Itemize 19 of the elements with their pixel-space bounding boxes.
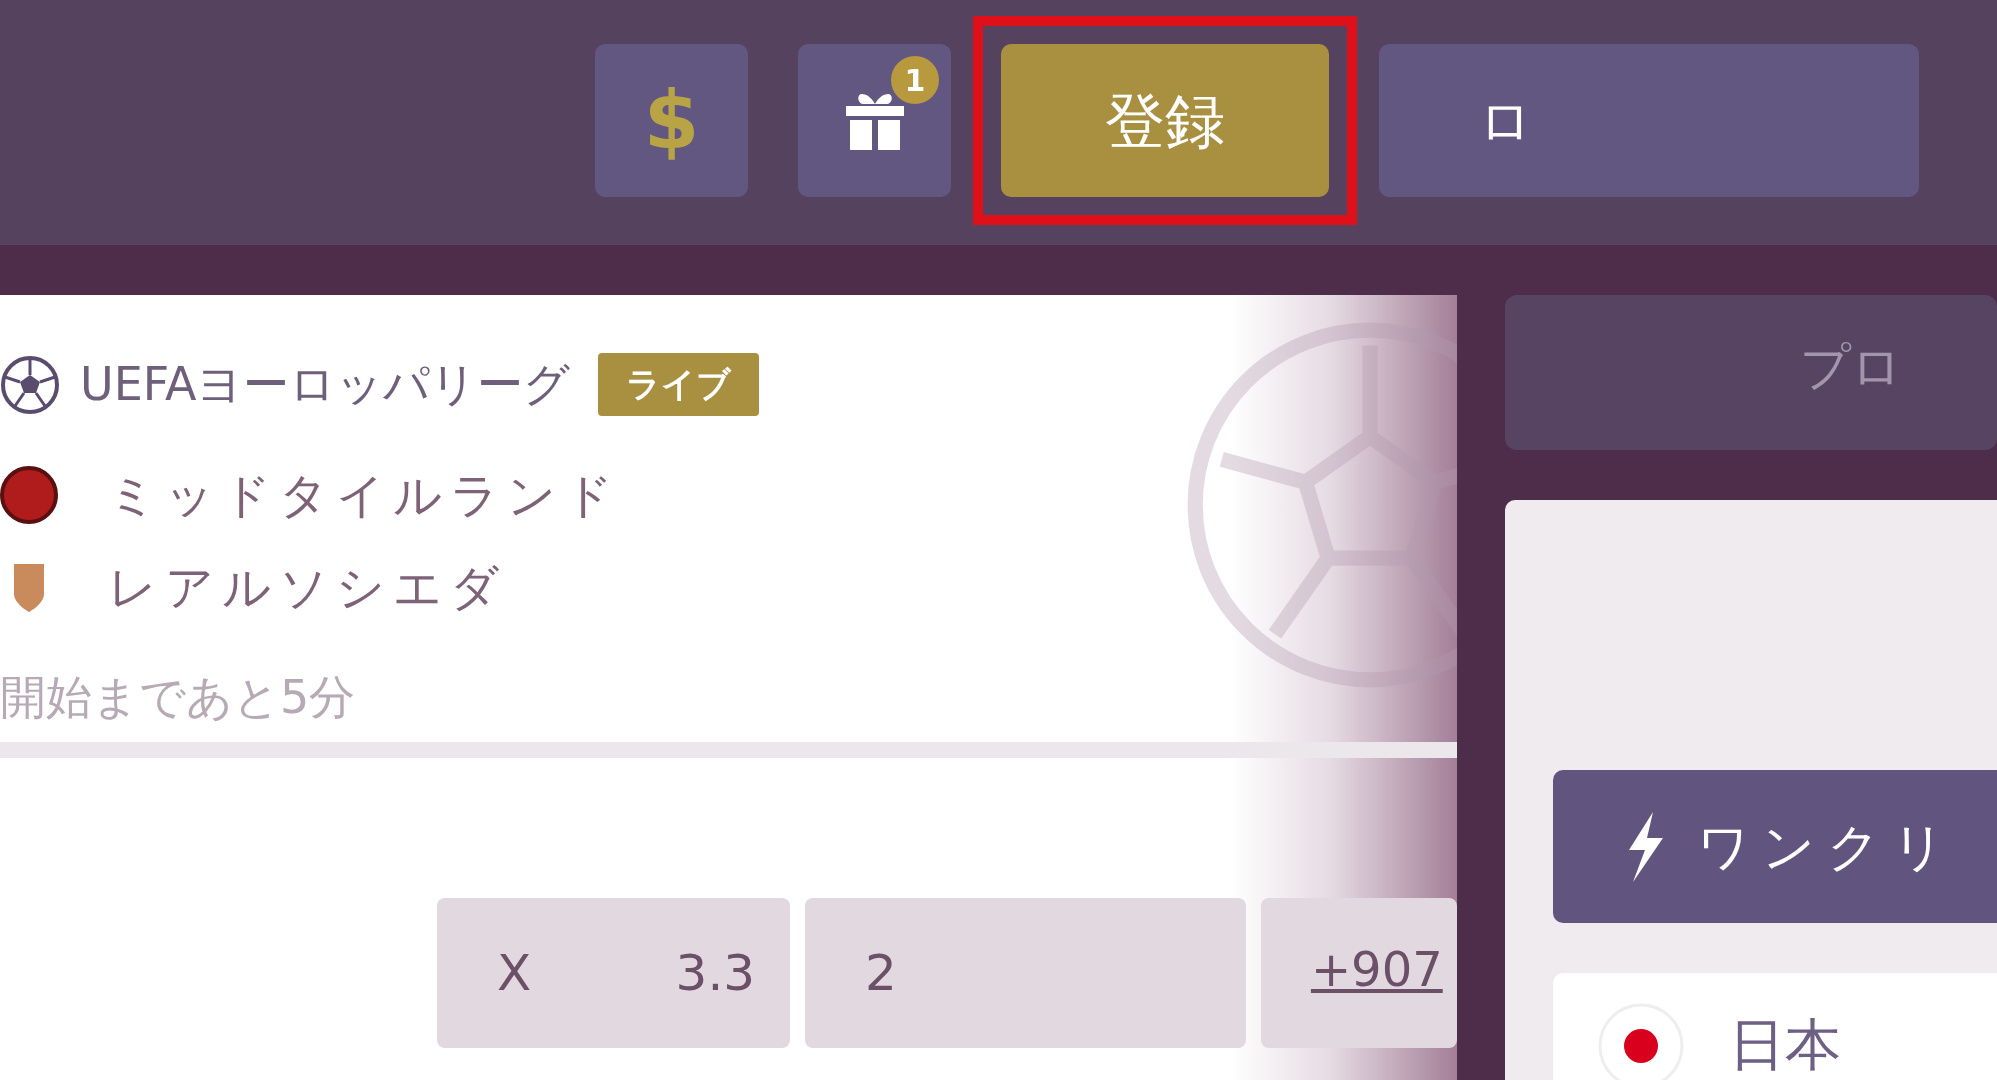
login-button[interactable]: ロ bbox=[1379, 44, 1919, 197]
currency-button[interactable]: $ bbox=[595, 44, 748, 197]
odds-button[interactable]: 2 bbox=[805, 898, 1246, 1048]
team-crest-icon bbox=[0, 466, 58, 524]
team-name: ミッドタイルランド bbox=[108, 466, 621, 525]
country-option[interactable]: 日本 bbox=[1553, 973, 1997, 1080]
notification-badge: 1 bbox=[891, 56, 939, 104]
league-name: UEFAヨーロッパリーグ bbox=[80, 356, 571, 413]
start-countdown: 開始まであと5分 bbox=[0, 669, 357, 726]
flag-icon bbox=[1598, 1003, 1684, 1080]
gift-button[interactable]: 1 bbox=[798, 44, 951, 197]
soccer-ball-icon bbox=[0, 354, 60, 415]
more-markets-link[interactable]: +907 bbox=[1260, 898, 1457, 1048]
register-button[interactable]: 登録 bbox=[1001, 44, 1329, 197]
team-name: レアルソシエダ bbox=[108, 558, 507, 617]
live-badge: ライブ bbox=[598, 353, 760, 416]
odds-button[interactable]: X 3.3 bbox=[437, 898, 791, 1048]
one-click-button[interactable]: ワンクリ bbox=[1553, 770, 1997, 923]
promo-panel: プロ bbox=[1505, 295, 1997, 450]
